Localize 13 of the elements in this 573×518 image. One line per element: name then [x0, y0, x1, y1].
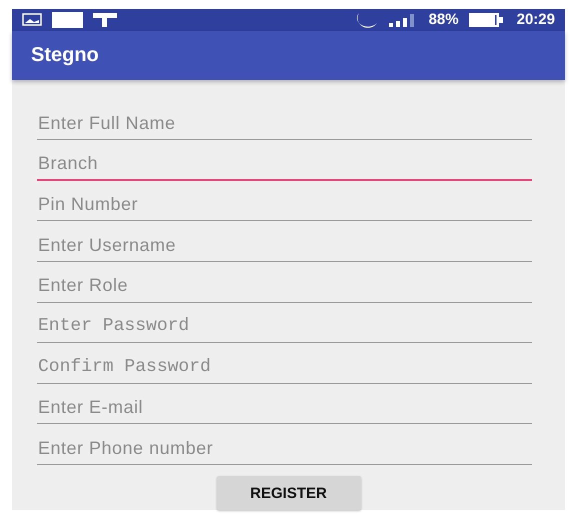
input-field[interactable]: Enter Full Name — [37, 100, 532, 140]
input-field[interactable]: Enter Username — [37, 221, 532, 262]
input-field[interactable]: Pin Number — [37, 180, 532, 222]
input-field[interactable]: Branch — [37, 140, 532, 181]
input-field[interactable]: Enter Role — [37, 262, 532, 303]
input-field[interactable]: Enter E-mail — [37, 384, 532, 424]
app-title: Stegno — [31, 44, 99, 67]
clock: 20:29 — [516, 11, 555, 28]
register-button[interactable]: REGISTER — [216, 476, 360, 510]
input-field[interactable]: Enter Password — [37, 302, 532, 344]
input-field[interactable]: Enter Phone number — [37, 424, 532, 465]
input-field[interactable]: Confirm Password — [37, 343, 532, 384]
battery-percent: 88% — [428, 11, 459, 28]
